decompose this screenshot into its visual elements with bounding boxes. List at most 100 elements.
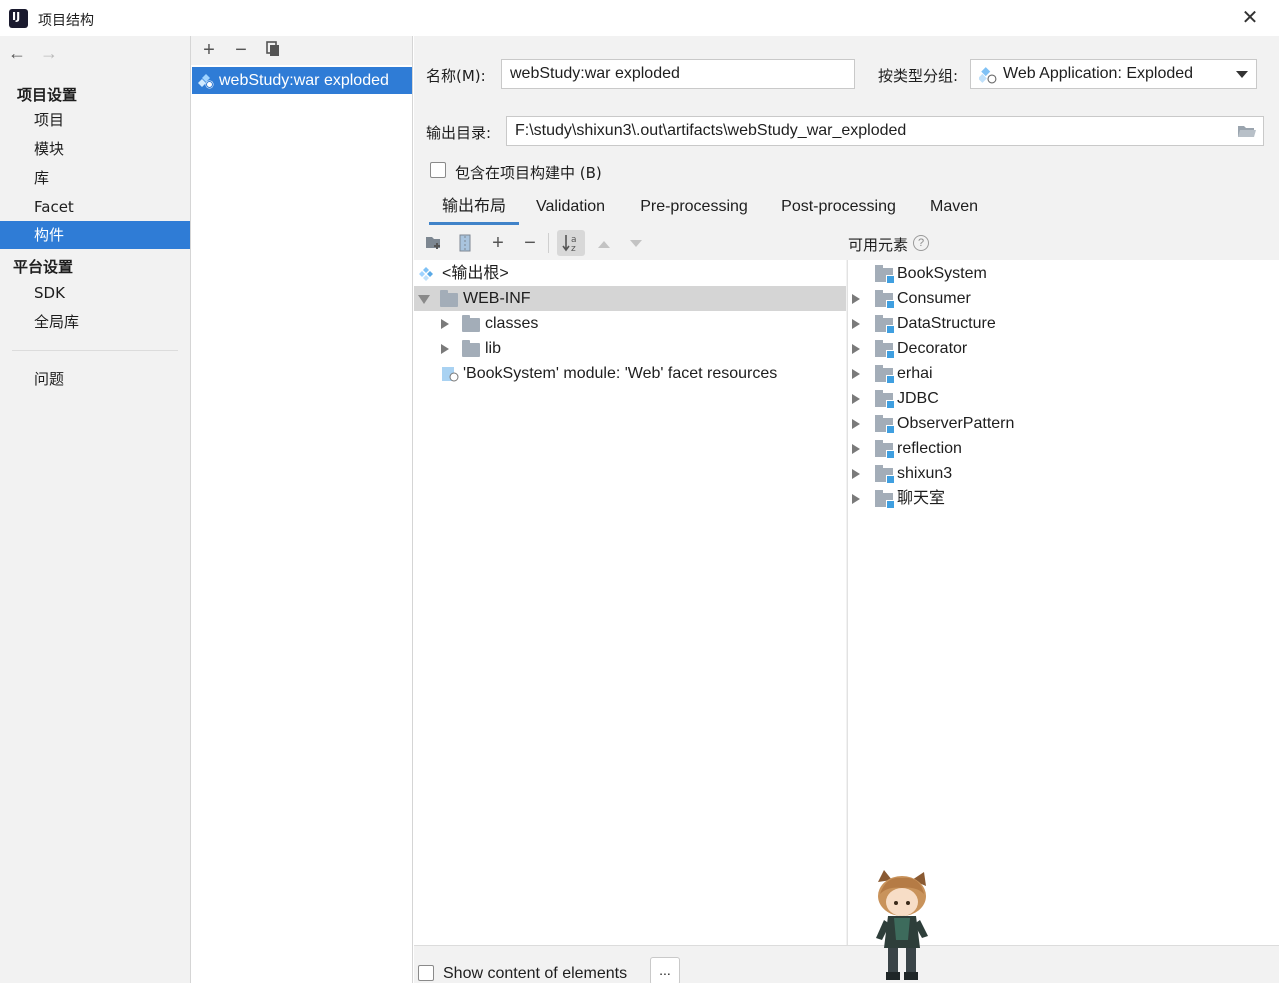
tab-maven[interactable]: Maven <box>920 191 988 225</box>
expand-arrow-icon[interactable] <box>852 419 860 429</box>
tab-output-layout[interactable]: 输出布局 <box>429 191 519 225</box>
output-layout-tree: <输出根> WEB-INF classes lib 'BookSystem' m… <box>414 260 846 945</box>
artifacts-toolbar: + − <box>191 36 412 65</box>
module-folder-icon <box>875 465 895 484</box>
name-field[interactable]: webStudy:war exploded <box>501 59 855 89</box>
remove-artifact-button[interactable]: − <box>232 40 250 60</box>
back-arrow-icon[interactable]: ← <box>8 44 30 64</box>
tree-node-output-root[interactable]: <输出根> <box>414 261 846 286</box>
expand-arrow-icon[interactable] <box>852 469 860 479</box>
module-folder-icon <box>875 315 895 334</box>
module-folder-icon <box>875 365 895 384</box>
remove-element-button[interactable]: − <box>521 233 539 253</box>
move-down-button[interactable] <box>627 235 645 253</box>
available-elements-title: 可用元素 <box>848 236 909 254</box>
move-up-button[interactable] <box>595 235 613 253</box>
tree-label: <输出根> <box>442 265 509 282</box>
settings-sidebar: ← → 项目设置 项目 模块 库 Facet 构件 平台设置 SDK 全局库 问… <box>0 36 191 983</box>
module-folder-icon <box>875 265 895 284</box>
expand-arrow-icon[interactable] <box>852 319 860 329</box>
available-elements-tree: BookSystem Consumer DataStructure Decora… <box>847 260 1279 945</box>
artifact-item-webstudy[interactable]: webStudy:war exploded <box>192 67 412 94</box>
output-directory-label: 输出目录: <box>426 124 492 142</box>
bottom-options-bar: Show content of elements ... <box>414 945 1279 983</box>
add-copy-of-button[interactable]: + <box>489 233 507 253</box>
available-item[interactable]: 聊天室 <box>848 486 1279 511</box>
sidebar-item-problems[interactable]: 问题 <box>0 365 190 393</box>
available-item[interactable]: JDBC <box>848 386 1279 411</box>
sidebar-divider <box>12 350 178 351</box>
show-content-checkbox[interactable] <box>418 965 434 981</box>
artifact-item-label: webStudy:war exploded <box>219 72 389 89</box>
include-in-build-checkbox[interactable] <box>430 162 446 178</box>
available-item[interactable]: Decorator <box>848 336 1279 361</box>
more-options-button[interactable]: ... <box>650 957 680 983</box>
expand-arrow-icon[interactable] <box>852 444 860 454</box>
tab-post-processing[interactable]: Post-processing <box>771 191 906 225</box>
available-item[interactable]: ObserverPattern <box>848 411 1279 436</box>
tree-node-lib[interactable]: lib <box>414 336 846 361</box>
web-artifact-icon <box>198 74 214 89</box>
expand-arrow-icon[interactable] <box>852 344 860 354</box>
add-artifact-button[interactable]: + <box>200 40 218 60</box>
help-icon[interactable]: ? <box>913 235 929 251</box>
expand-arrow-icon[interactable] <box>852 494 860 504</box>
mascot-character-image <box>876 870 928 980</box>
tree-label: 'BookSystem' module: 'Web' facet resourc… <box>463 365 778 382</box>
tree-node-classes[interactable]: classes <box>414 311 846 336</box>
arrow-up-icon <box>598 241 610 248</box>
close-button[interactable]: ✕ <box>1241 8 1259 28</box>
available-item[interactable]: reflection <box>848 436 1279 461</box>
output-directory-field[interactable]: F:\study\shixun3\.out\artifacts\webStudy… <box>506 116 1264 146</box>
output-root-icon <box>419 267 433 281</box>
available-item[interactable]: DataStructure <box>848 311 1279 336</box>
create-archive-button[interactable] <box>456 234 474 252</box>
available-item[interactable]: Consumer <box>848 286 1279 311</box>
available-item-label: JDBC <box>897 390 939 407</box>
available-item-label: shixun3 <box>897 465 953 482</box>
tree-node-facet-resources[interactable]: 'BookSystem' module: 'Web' facet resourc… <box>414 361 846 386</box>
expand-arrow-icon[interactable] <box>852 394 860 404</box>
expand-arrow-icon[interactable] <box>852 369 860 379</box>
module-folder-icon <box>875 440 895 459</box>
available-item[interactable]: BookSystem <box>848 261 1279 286</box>
tab-pre-processing[interactable]: Pre-processing <box>629 191 759 225</box>
chevron-down-icon <box>1236 71 1248 78</box>
expand-arrow-icon[interactable] <box>441 344 449 354</box>
sidebar-item-sdk[interactable]: SDK <box>0 279 190 307</box>
module-folder-icon <box>875 415 895 434</box>
module-folder-icon <box>875 290 895 309</box>
sidebar-item-libraries[interactable]: 库 <box>0 164 190 192</box>
title-bar: IJ 项目结构 ✕ <box>0 0 1279 36</box>
available-item-label: DataStructure <box>897 315 996 332</box>
toolbar-divider <box>548 233 549 253</box>
available-item-label: ObserverPattern <box>897 415 1015 432</box>
available-item-label: Decorator <box>897 340 968 357</box>
sort-elements-button[interactable]: az <box>557 230 585 256</box>
web-facet-icon <box>442 367 459 382</box>
collapse-arrow-icon[interactable] <box>418 295 430 304</box>
available-item-label: 聊天室 <box>897 490 946 507</box>
forward-arrow-icon[interactable]: → <box>40 44 62 64</box>
sidebar-item-modules[interactable]: 模块 <box>0 135 190 163</box>
available-elements-header: 可用元素 ? <box>847 227 1279 259</box>
name-label: 名称(M): <box>426 67 486 85</box>
sidebar-item-facet[interactable]: Facet <box>0 193 190 221</box>
sidebar-item-global-libraries[interactable]: 全局库 <box>0 308 190 336</box>
tree-node-web-inf[interactable]: WEB-INF <box>414 286 846 311</box>
expand-arrow-icon[interactable] <box>441 319 449 329</box>
available-item[interactable]: shixun3 <box>848 461 1279 486</box>
tab-validation[interactable]: Validation <box>524 191 617 225</box>
sidebar-item-project[interactable]: 项目 <box>0 106 190 134</box>
new-directory-button[interactable] <box>425 234 443 252</box>
browse-folder-icon[interactable] <box>1237 123 1257 139</box>
available-item[interactable]: erhai <box>848 361 1279 386</box>
new-folder-icon <box>426 237 440 249</box>
artifact-type-value: Web Application: Exploded <box>1003 65 1194 82</box>
module-folder-icon <box>875 340 895 359</box>
output-directory-value: F:\study\shixun3\.out\artifacts\webStudy… <box>515 122 907 139</box>
expand-arrow-icon[interactable] <box>852 294 860 304</box>
copy-artifact-button[interactable] <box>264 41 282 59</box>
artifact-type-dropdown[interactable]: Web Application: Exploded <box>970 59 1257 89</box>
sidebar-item-artifacts[interactable]: 构件 <box>0 221 190 249</box>
